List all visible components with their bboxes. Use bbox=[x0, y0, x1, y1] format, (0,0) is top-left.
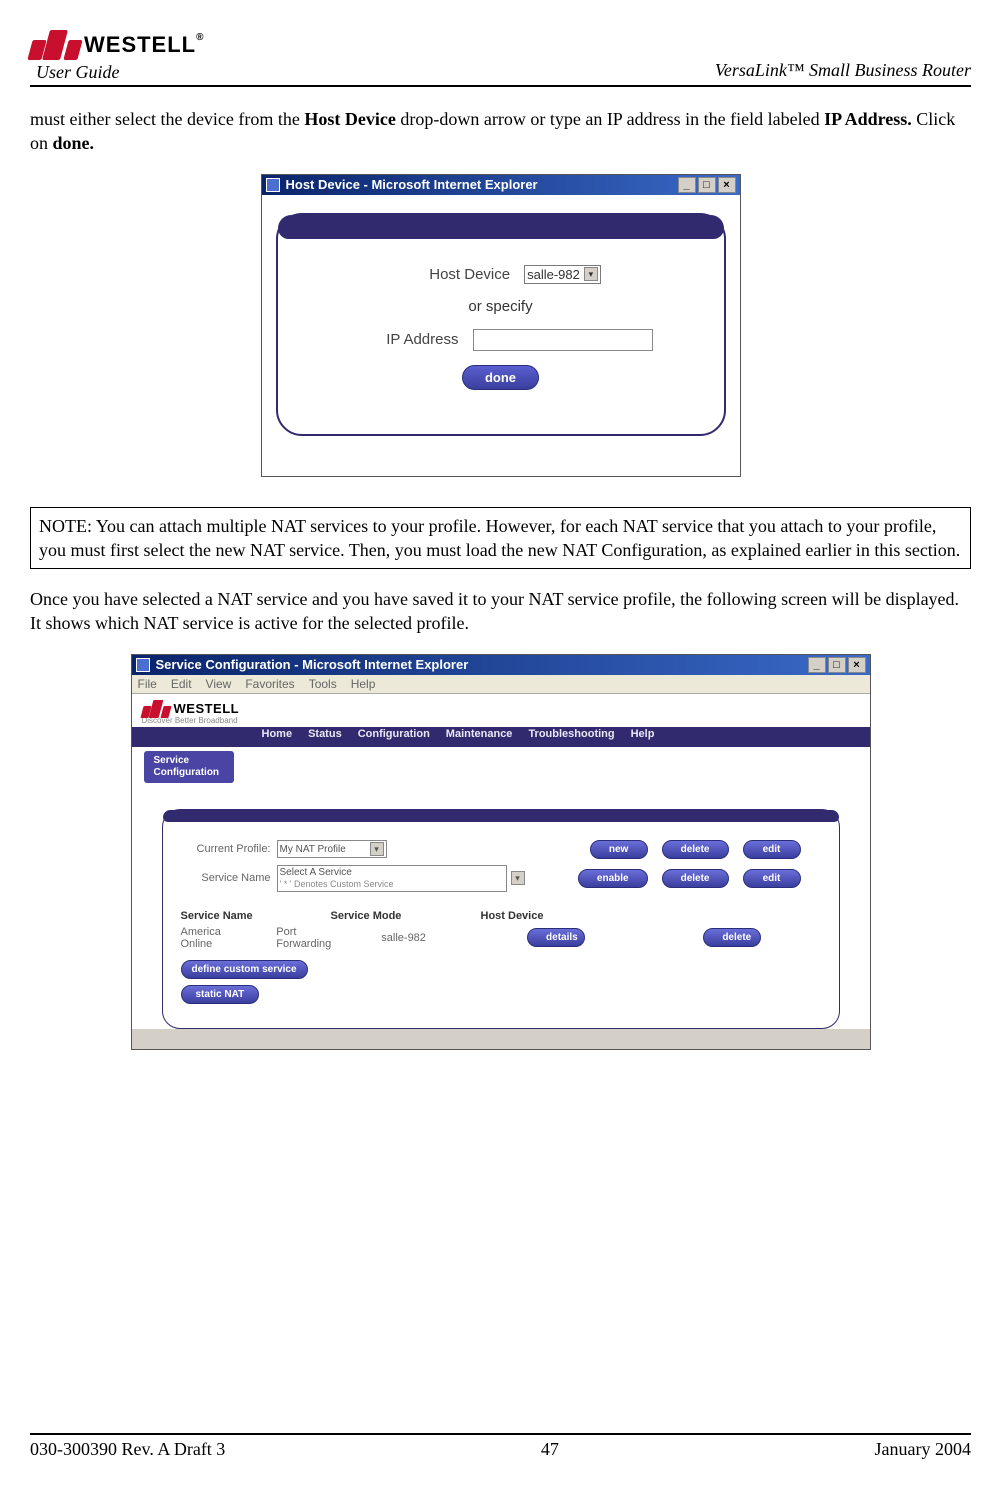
followup-paragraph: Once you have selected a NAT service and… bbox=[30, 587, 971, 636]
close-button[interactable]: × bbox=[718, 177, 736, 193]
window-title: Host Device - Microsoft Internet Explore… bbox=[286, 177, 538, 192]
nav-status[interactable]: Status bbox=[308, 728, 342, 740]
logo-block: WESTELL® User Guide bbox=[30, 30, 204, 83]
current-profile-label: Current Profile: bbox=[181, 843, 271, 855]
ie-menubar: File Edit View Favorites Tools Help bbox=[132, 675, 870, 694]
delete-service-button[interactable]: delete bbox=[662, 869, 729, 888]
config-panel: Current Profile: My NAT Profile ▾ new de… bbox=[162, 809, 840, 1029]
menu-help[interactable]: Help bbox=[351, 677, 376, 691]
static-nat-button[interactable]: static NAT bbox=[181, 985, 260, 1004]
subnav-service-config[interactable]: Service Configuration bbox=[144, 751, 234, 783]
service-name-select[interactable]: Select A Service ' * ' Denotes Custom Se… bbox=[277, 865, 507, 892]
chevron-down-icon: ▾ bbox=[584, 267, 598, 281]
menu-favorites[interactable]: Favorites bbox=[245, 677, 294, 691]
new-button[interactable]: new bbox=[590, 840, 648, 859]
menu-file[interactable]: File bbox=[138, 677, 157, 691]
host-device-panel: Host Device salle-982 ▾ or specify IP Ad… bbox=[276, 213, 726, 436]
th-host-device: Host Device bbox=[481, 910, 581, 922]
brand-text: WESTELL bbox=[174, 701, 240, 716]
brand-marks-icon bbox=[142, 700, 170, 718]
main-nav: Home Status Configuration Maintenance Tr… bbox=[132, 727, 870, 747]
td-host-device: salle-982 bbox=[381, 932, 427, 944]
minimize-button[interactable]: _ bbox=[808, 657, 826, 673]
figure-host-device: Host Device - Microsoft Internet Explore… bbox=[30, 174, 971, 477]
westell-logo: WESTELL® bbox=[30, 30, 204, 60]
nav-troubleshooting[interactable]: Troubleshooting bbox=[528, 728, 614, 740]
delete-profile-button[interactable]: delete bbox=[662, 840, 729, 859]
nav-home[interactable]: Home bbox=[262, 728, 293, 740]
footer-revision: 030-300390 Rev. A Draft 3 bbox=[30, 1439, 225, 1460]
ie-icon bbox=[266, 178, 280, 192]
ie-window-host-device: Host Device - Microsoft Internet Explore… bbox=[261, 174, 741, 477]
service-name-label: Service Name bbox=[181, 872, 271, 884]
current-profile-select[interactable]: My NAT Profile ▾ bbox=[277, 840, 387, 858]
service-table-header: Service Name Service Mode Host Device bbox=[181, 910, 821, 922]
note-box: NOTE: You can attach multiple NAT servic… bbox=[30, 507, 971, 570]
close-button[interactable]: × bbox=[848, 657, 866, 673]
ip-address-input[interactable] bbox=[473, 329, 653, 351]
subnav: Service Configuration bbox=[132, 747, 870, 783]
edit-service-button[interactable]: edit bbox=[743, 869, 801, 888]
ie-icon bbox=[136, 658, 150, 672]
titlebar-2: Service Configuration - Microsoft Intern… bbox=[132, 655, 870, 675]
intro-paragraph: must either select the device from the H… bbox=[30, 107, 971, 156]
td-service-name: America Online bbox=[181, 926, 227, 950]
details-button[interactable]: details bbox=[527, 928, 585, 947]
page-header: WESTELL® User Guide VersaLink™ Small Bus… bbox=[30, 30, 971, 87]
th-service-mode: Service Mode bbox=[331, 910, 431, 922]
define-custom-service-button[interactable]: define custom service bbox=[181, 960, 308, 979]
page-footer: 030-300390 Rev. A Draft 3 47 January 200… bbox=[30, 1433, 971, 1460]
menu-tools[interactable]: Tools bbox=[309, 677, 337, 691]
delete-row-button[interactable]: delete bbox=[703, 928, 761, 947]
host-device-select[interactable]: salle-982 ▾ bbox=[524, 265, 601, 284]
product-name: VersaLink™ Small Business Router bbox=[715, 60, 971, 81]
chevron-down-icon: ▾ bbox=[511, 871, 525, 885]
nav-maintenance[interactable]: Maintenance bbox=[446, 728, 513, 740]
window-title-2: Service Configuration - Microsoft Intern… bbox=[156, 657, 469, 672]
titlebar: Host Device - Microsoft Internet Explore… bbox=[262, 175, 740, 195]
brand-name: WESTELL® bbox=[84, 32, 204, 58]
done-button[interactable]: done bbox=[462, 365, 539, 390]
menu-edit[interactable]: Edit bbox=[171, 677, 192, 691]
maximize-button[interactable]: □ bbox=[698, 177, 716, 193]
service-table-row: America Online Port Forwarding salle-982… bbox=[181, 926, 821, 950]
footer-page-number: 47 bbox=[541, 1439, 559, 1460]
td-service-mode: Port Forwarding bbox=[276, 926, 331, 950]
host-device-label: Host Device bbox=[400, 266, 510, 283]
edit-profile-button[interactable]: edit bbox=[743, 840, 801, 859]
logo-marks-icon bbox=[30, 30, 80, 60]
figure-service-config: Service Configuration - Microsoft Intern… bbox=[30, 654, 971, 1050]
ip-address-label: IP Address bbox=[349, 331, 459, 348]
menu-view[interactable]: View bbox=[206, 677, 232, 691]
window-buttons: _ □ × bbox=[678, 177, 736, 193]
th-service-name: Service Name bbox=[181, 910, 281, 922]
or-specify-label: or specify bbox=[468, 298, 532, 315]
brand-row: WESTELL Discover Better Broadband bbox=[132, 694, 870, 727]
enable-button[interactable]: enable bbox=[578, 869, 648, 888]
nav-configuration[interactable]: Configuration bbox=[358, 728, 430, 740]
minimize-button[interactable]: _ bbox=[678, 177, 696, 193]
window-buttons-2: _ □ × bbox=[808, 657, 866, 673]
chevron-down-icon: ▾ bbox=[370, 842, 384, 856]
footer-date: January 2004 bbox=[875, 1439, 971, 1460]
maximize-button[interactable]: □ bbox=[828, 657, 846, 673]
nav-help[interactable]: Help bbox=[631, 728, 655, 740]
user-guide-label: User Guide bbox=[36, 62, 120, 83]
ie-window-service-config: Service Configuration - Microsoft Intern… bbox=[131, 654, 871, 1050]
